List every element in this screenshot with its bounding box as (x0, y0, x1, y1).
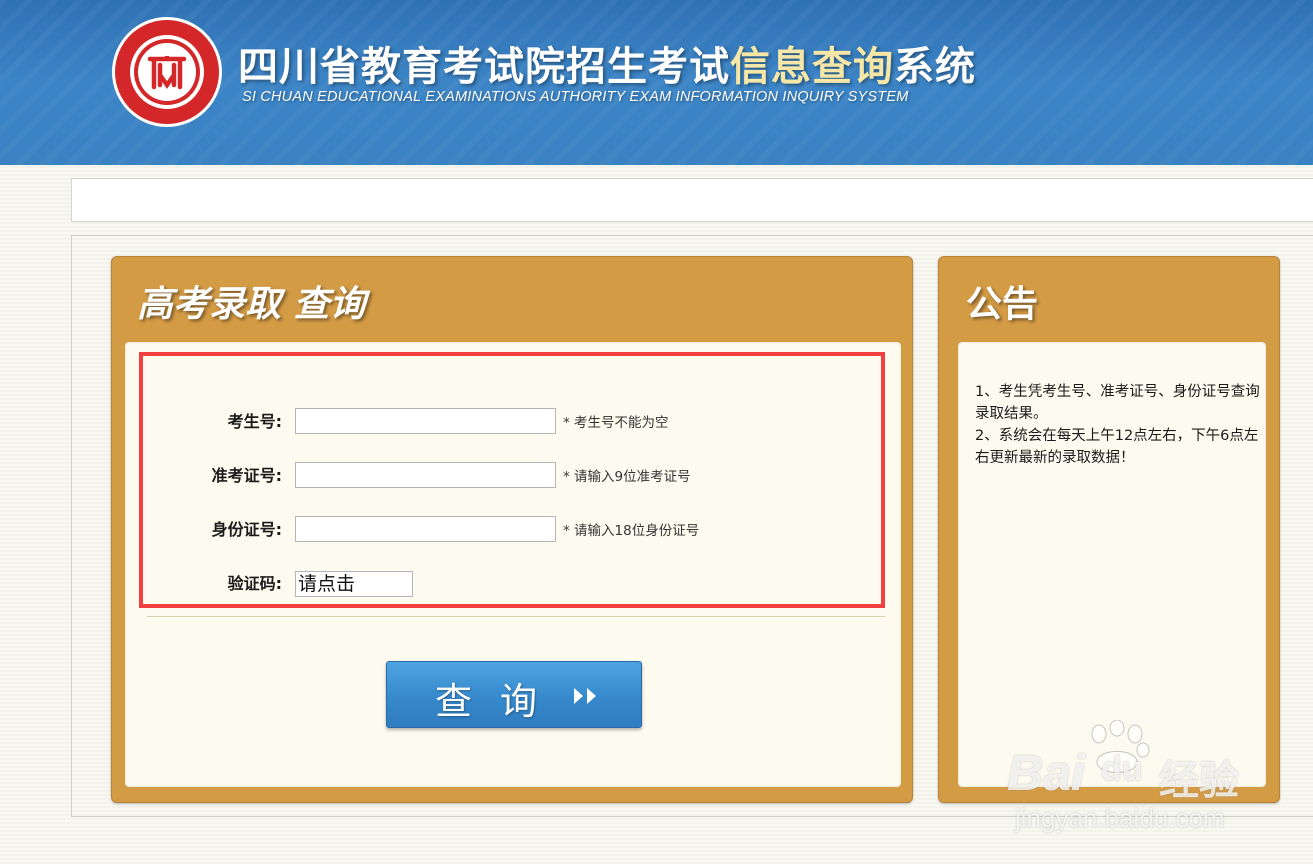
notice-panel-title: 公告 (966, 284, 1039, 325)
site-title-suffix: 系统 (894, 44, 976, 90)
sceea-seal-logo-icon (112, 17, 222, 127)
site-subtitle: SI CHUAN EDUCATIONAL EXAMINATIONS AUTHOR… (242, 89, 909, 105)
top-nav-bar (71, 178, 1313, 222)
query-button-label: 查询 (435, 680, 565, 723)
site-title: 四川省教育考试院招生考试信息查询系统 (238, 34, 976, 92)
notice-text: 1、考生凭考生号、准考证号、身份证号查询录取结果。 2、系统会在每天上午12点左… (975, 381, 1260, 469)
site-title-highlight: 信息查询 (730, 44, 894, 90)
query-panel-title: 高考录取 查询 (137, 284, 366, 325)
query-submit-button[interactable]: 查询 (386, 661, 642, 728)
notice-line-1: 1、考生凭考生号、准考证号、身份证号查询录取结果。 (975, 384, 1260, 422)
notice-line-2: 2、系统会在每天上午12点左右，下午6点左右更新最新的录取数据！ (975, 428, 1259, 466)
double-chevron-right-icon (574, 688, 596, 704)
notice-panel: 公告 (938, 256, 1280, 803)
form-highlight-box (139, 352, 885, 608)
form-divider (147, 616, 885, 617)
site-title-main: 四川省教育考试院招生考试 (238, 44, 730, 90)
site-header: 四川省教育考试院招生考试信息查询系统 SI CHUAN EDUCATIONAL … (0, 0, 1313, 165)
